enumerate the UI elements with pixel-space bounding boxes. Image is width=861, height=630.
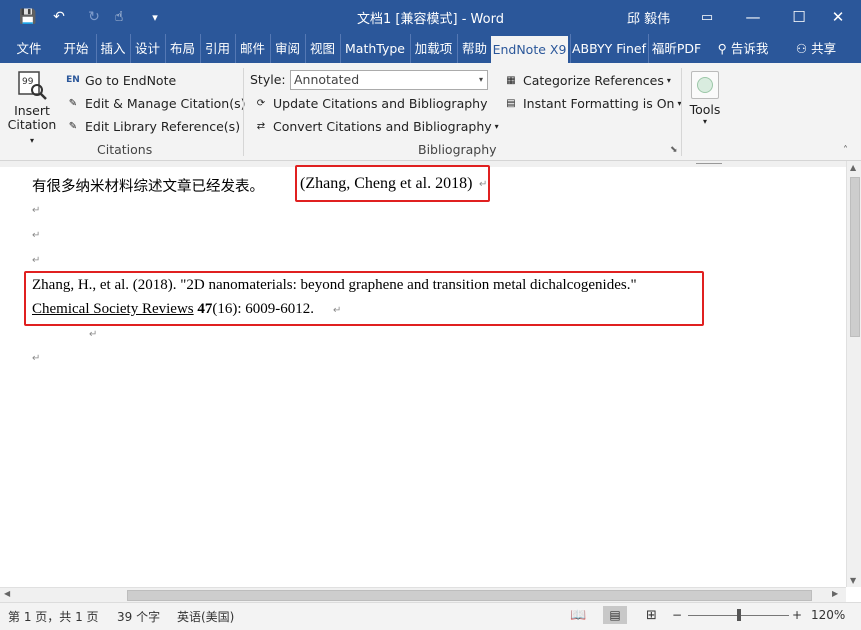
edit-citation-icon: ✎ [68,97,78,109]
chevron-down-icon: ▾ [666,75,671,85]
tab-abbyy[interactable]: ABBYY Finef [570,34,647,63]
language-indicator[interactable]: 英语(美国) [177,608,234,625]
paragraph-mark: ↵ [32,353,41,364]
tab-addins[interactable]: 加载项 [410,34,456,63]
zoom-slider-thumb[interactable] [737,609,741,621]
goto-endnote-label: Go to EndNote [85,72,177,88]
tab-layout[interactable]: 布局 [165,34,199,63]
instant-formatting-button[interactable]: ▤ Instant Formatting is On ▾ [503,95,681,111]
scroll-down-icon[interactable]: ▼ [850,576,856,585]
lightbulb-icon: ⚲ [717,41,727,56]
page-count[interactable]: 第 1 页，共 1 页 [8,608,99,625]
tab-review[interactable]: 审阅 [270,34,304,63]
edit-manage-label: Edit & Manage Citation(s) [85,95,246,111]
endnote-ribbon: 99 Insert Citation ▾ EN Go to EndNote ✎ … [0,63,861,161]
endnote-logo-icon: EN [66,75,80,85]
tab-foxit-pdf[interactable]: 福昕PDF [648,34,704,63]
style-label: Style: [250,72,286,87]
scroll-right-icon[interactable]: ▶ [832,589,838,598]
group-divider [681,68,682,156]
tab-design[interactable]: 设计 [130,34,164,63]
tools-label: Tools [689,102,721,117]
share-button[interactable]: ⚇ 共享 [790,34,842,63]
tab-help[interactable]: 帮助 [457,34,491,63]
style-value: Annotated [294,72,360,87]
print-layout-icon[interactable]: ▤ [603,606,627,624]
paragraph-mark: ↵ [89,329,98,340]
scroll-up-icon[interactable]: ▲ [850,163,856,172]
document-canvas[interactable]: 有很多纳米材料综述文章已经发表。 (Zhang, Cheng et al. 20… [0,165,846,587]
ribbon-display-options-button[interactable]: ▭ [684,0,730,34]
horizontal-scroll-thumb[interactable] [127,590,812,601]
edit-library-label: Edit Library Reference(s) [85,118,241,134]
user-name[interactable]: 邱 毅伟 [627,8,670,27]
edit-manage-citations-button[interactable]: ✎ Edit & Manage Citation(s) [65,95,246,111]
vertical-scrollbar[interactable]: ▲ ▼ [846,161,861,587]
close-button[interactable]: ✕ [815,0,861,34]
formatting-icon: ▤ [506,97,516,109]
tell-me-search[interactable]: ⚲ 告诉我 [710,34,776,63]
tab-view[interactable]: 视图 [305,34,339,63]
tab-endnote[interactable]: EndNote X9 [491,36,568,63]
style-dropdown[interactable]: Annotated ▾ [290,70,488,90]
update-icon: ⟳ [256,97,266,109]
read-mode-icon[interactable]: 📖 [570,608,586,623]
tab-home[interactable]: 开始 [58,34,94,63]
edit-library-icon: ✎ [68,120,78,132]
categorize-label: Categorize References [523,72,664,88]
tab-references[interactable]: 引用 [200,34,234,63]
chevron-down-icon: ▾ [702,117,707,126]
dialog-launcher-icon[interactable]: ⬊ [670,145,678,155]
body-text-line: 有很多纳米材料综述文章已经发表。 [32,179,264,195]
word-count[interactable]: 39 个字 [117,608,160,625]
paragraph-mark: ↵ [32,205,41,216]
tab-insert[interactable]: 插入 [96,34,129,63]
svg-text:99: 99 [22,77,34,87]
goto-endnote-button[interactable]: EN Go to EndNote [65,72,176,88]
paragraph-mark: ↵ [32,255,41,266]
ribbon-tabs: 文件 开始 插入 设计 布局 引用 邮件 审阅 视图 MathType 加载项 … [0,34,861,63]
update-citations-label: Update Citations and Bibliography [273,95,488,111]
tell-me-label: 告诉我 [730,41,769,56]
zoom-out-button[interactable]: − [672,608,682,622]
chevron-down-icon: ▾ [494,121,499,131]
group-label-bibliography: Bibliography [418,142,497,157]
zoom-level[interactable]: 120% [811,608,845,622]
collapse-ribbon-icon[interactable]: ˄ [843,145,848,156]
instant-formatting-label: Instant Formatting is On [523,95,675,111]
citation-highlight-box [295,165,490,202]
tab-file[interactable]: 文件 [10,34,48,63]
edit-library-references-button[interactable]: ✎ Edit Library Reference(s) [65,118,240,134]
insert-citation-button[interactable]: 99 Insert Citation ▾ [4,67,60,145]
web-layout-icon[interactable]: ⊞ [646,608,657,623]
convert-citations-label: Convert Citations and Bibliography [273,118,492,134]
tools-button[interactable]: Tools ▾ [686,69,724,126]
group-label-citations: Citations [97,142,153,157]
tab-mailings[interactable]: 邮件 [235,34,269,63]
insert-citation-icon: 99 [18,71,47,100]
convert-icon: ⇄ [256,120,266,132]
vertical-scroll-thumb[interactable] [850,177,860,337]
minimize-button[interactable]: — [730,0,776,34]
paragraph-mark: ↵ [32,230,41,241]
horizontal-scrollbar[interactable]: ◀ ▶ [0,587,846,602]
status-bar: 第 1 页，共 1 页 39 个字 英语(美国) 📖 ▤ ⊞ − + 120% [0,602,861,630]
insert-citation-label: Insert Citation ▾ [7,103,57,146]
title-bar: 💾 ↶ ↻ ☝ ▾ 文档1 [兼容模式] - Word 邱 毅伟 ▭ — ☐ ✕ [0,0,861,34]
categorize-references-button[interactable]: ▦ Categorize References ▾ [503,72,671,88]
update-citations-button[interactable]: ⟳ Update Citations and Bibliography [253,95,488,111]
share-label: 共享 [811,41,837,56]
tab-mathtype[interactable]: MathType [340,34,409,63]
zoom-in-button[interactable]: + [792,608,802,622]
bibliography-highlight-box [24,271,704,326]
group-divider [243,68,244,156]
chevron-down-icon: ▾ [478,75,483,84]
convert-citations-button[interactable]: ⇄ Convert Citations and Bibliography ▾ [253,118,499,134]
scroll-left-icon[interactable]: ◀ [4,589,10,598]
categorize-icon: ▦ [506,74,516,86]
tools-icon [691,71,719,99]
person-icon: ⚇ [795,41,808,56]
